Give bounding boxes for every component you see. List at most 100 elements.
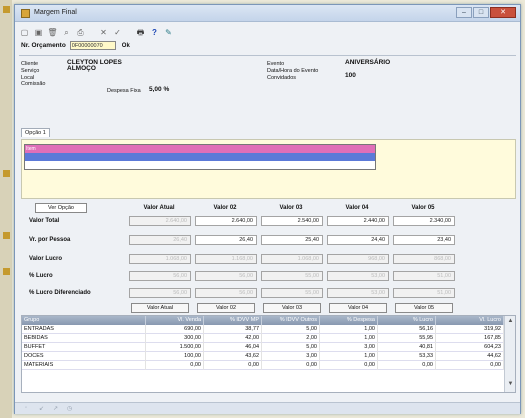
grid-cell: 56,00 (129, 288, 191, 298)
orcamento-ok-button[interactable]: Ok (122, 43, 130, 49)
orcamento-row: Nr. Orçamento 0F00000070 Ok (21, 41, 130, 50)
table-cell: 2,00 (262, 334, 320, 343)
grid-cell: 968,00 (327, 254, 389, 264)
table-row[interactable]: ENTRADAS 690,00 38,77 5,00 1,00 56,16 319,92 (22, 325, 504, 334)
column-header[interactable]: % Lucro (378, 316, 436, 325)
grid-cell[interactable]: 2.640,00 (195, 216, 257, 226)
ver-opcao-button[interactable]: Ver Opção (35, 203, 87, 213)
delete-icon[interactable]: 🗑 (47, 27, 58, 38)
table-cell: 0,00 (436, 361, 504, 370)
status-bar: ◦ ↙ ↗ ◷ (15, 402, 520, 414)
valor-03-button[interactable]: Valor 03 (263, 303, 321, 313)
table-cell: 0,00 (378, 361, 436, 370)
grid-cell[interactable]: 2.340,00 (393, 216, 455, 226)
col-header: Valor 04 (345, 205, 369, 211)
grid-cell: 51,00 (393, 271, 455, 281)
close-button[interactable]: ✕ (490, 7, 516, 18)
new-doc-icon[interactable]: ▢ (19, 27, 30, 38)
despesa-value: 5,00 % (149, 86, 170, 93)
table-cell: 1.500,00 (146, 343, 204, 352)
orcamento-input[interactable]: 0F00000070 (69, 41, 116, 50)
table-cell: 300,00 (146, 334, 204, 343)
minimize-button[interactable]: – (456, 7, 472, 18)
grid-cell: 55,00 (261, 271, 323, 281)
maximize-button[interactable]: □ (473, 7, 489, 18)
table-cell: 55,95 (378, 334, 436, 343)
valor-04-button[interactable]: Valor 04 (329, 303, 387, 313)
table-row[interactable]: BUFFET 1.500,00 46,04 5,00 3,00 40,81 604,23 (22, 343, 504, 352)
table-cell: 100,00 (146, 352, 204, 361)
side-strip (0, 0, 12, 418)
table-cell: 1,00 (320, 352, 378, 361)
column-header[interactable]: % IDVV Outros (262, 316, 320, 325)
status-icon: ↗ (53, 406, 59, 412)
grid-cell: 53,00 (327, 271, 389, 281)
table-row[interactable]: BEBIDAS 300,00 42,00 2,00 1,00 55,95 167,85 (22, 334, 504, 343)
grid-cell: 868,00 (393, 254, 455, 264)
find-icon[interactable]: ⌕ (61, 27, 72, 38)
window-title: Margem Final (34, 9, 77, 16)
grid-cell: 53,00 (327, 288, 389, 298)
data-hora-label: Data/Hora do Evento (267, 67, 319, 74)
info-right-labels: Evento Data/Hora do Evento Convidados (267, 61, 318, 81)
grid-cell[interactable]: 2.440,00 (327, 216, 389, 226)
vertical-scrollbar[interactable]: ▲ ▼ (504, 316, 515, 392)
valor-atual-button[interactable]: Valor Atual (131, 303, 189, 313)
print-preview-icon[interactable]: ⎙ (75, 27, 86, 38)
table-cell: 1,00 (320, 334, 378, 343)
strip-marker-icon (3, 170, 10, 177)
grid-cell[interactable]: 2.540,00 (261, 216, 323, 226)
list-item[interactable] (25, 153, 375, 161)
values-grid: Ver Opção Valor Atual Valor 02 Valor 03 … (21, 201, 516, 313)
despesa-label: Despesa Fixa (107, 88, 141, 94)
table-cell: 0,00 (146, 361, 204, 370)
cancel-icon[interactable]: ✕ (98, 27, 109, 38)
convidados-value: 100 (345, 71, 356, 79)
valor-02-button[interactable]: Valor 02 (197, 303, 255, 313)
grid-cell: 1.168,00 (195, 254, 257, 264)
table-cell: 40,81 (378, 343, 436, 352)
grid-cell[interactable]: 23,40 (393, 235, 455, 245)
strip-marker-icon (3, 6, 10, 13)
column-header[interactable]: % IDVV MP (204, 316, 262, 325)
column-header[interactable]: Grupo (22, 316, 146, 325)
tools-icon[interactable]: ✎ (163, 27, 174, 38)
grid-cell: 26,40 (129, 235, 191, 245)
help-icon[interactable]: ? (149, 27, 160, 38)
table-cell: 3,00 (320, 343, 378, 352)
margem-final-window: Margem Final – □ ✕ ▢ ▣ 🗑 ⌕ ⎙ ✕ ✓ 🖶 ? ✎ N… (14, 4, 521, 414)
table-cell: 5,00 (262, 325, 320, 334)
item-list[interactable]: Item (24, 144, 376, 170)
grid-cell[interactable]: 26,40 (195, 235, 257, 245)
grid-cell[interactable]: 24,40 (327, 235, 389, 245)
table-cell: 46,04 (204, 343, 262, 352)
table-cell: 0,00 (204, 361, 262, 370)
convidados-label: Convidados (267, 74, 297, 81)
confirm-icon[interactable]: ✓ (112, 27, 123, 38)
table-cell: 42,00 (204, 334, 262, 343)
info-left-labels: Cliente Serviço Local Comissão (21, 61, 45, 88)
table-cell: 53,33 (378, 352, 436, 361)
table-row[interactable]: DOCES 100,00 43,62 3,00 1,00 53,33 44,62 (22, 352, 504, 361)
column-header[interactable]: Vl. Lucro (436, 316, 504, 325)
info-left-values: CLEYTON LOPES ALMOÇO (67, 59, 122, 73)
valor-05-button[interactable]: Valor 05 (395, 303, 453, 313)
table-row[interactable]: MATERIAIS 0,00 0,00 0,00 0,00 0,00 0,00 (22, 361, 504, 370)
table-cell: 5,00 (262, 343, 320, 352)
strip-marker-icon (3, 268, 10, 275)
list-item-selected[interactable]: Item (25, 145, 375, 153)
evento-label: Evento (267, 61, 285, 67)
scroll-down-icon[interactable]: ▼ (506, 380, 515, 389)
print-icon[interactable]: 🖶 (135, 27, 146, 38)
tab-opcao-1[interactable]: Opção 1 (21, 128, 50, 137)
column-header[interactable]: Vl. Venda (146, 316, 204, 325)
title-bar[interactable]: Margem Final – □ ✕ (15, 5, 520, 22)
grid-cell: 56,00 (129, 271, 191, 281)
cliente-label: Cliente (21, 61, 39, 67)
row-label: Valor Total (29, 218, 60, 224)
grid-cell[interactable]: 25,40 (261, 235, 323, 245)
copy-doc-icon[interactable]: ▣ (33, 27, 44, 38)
grid-cell: 55,00 (261, 288, 323, 298)
scroll-up-icon[interactable]: ▲ (506, 317, 515, 326)
column-header[interactable]: % Despesa (320, 316, 378, 325)
